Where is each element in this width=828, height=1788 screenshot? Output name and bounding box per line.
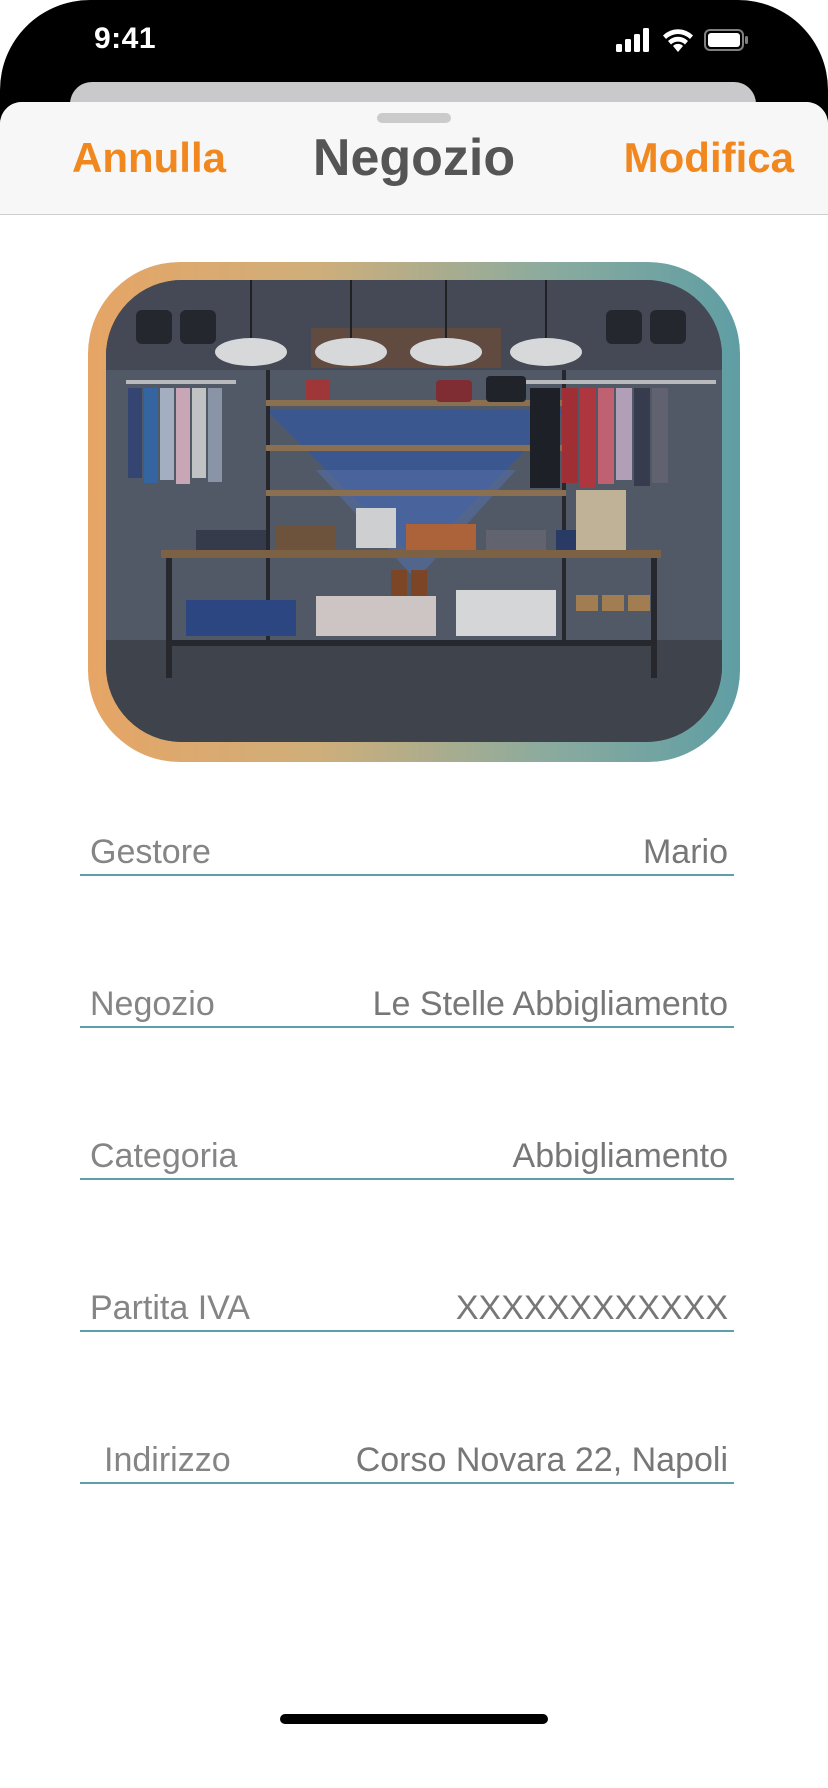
store-photo[interactable] <box>106 280 722 742</box>
field-row-partita-iva[interactable]: Partita IVA XXXXXXXXXXXX <box>80 1274 734 1332</box>
field-label: Partita IVA <box>90 1289 250 1327</box>
store-photo-frame <box>88 262 740 762</box>
store-sheet: Annulla Negozio Modifica Gestore Mario N… <box>0 102 828 1788</box>
field-label: Indirizzo <box>104 1441 231 1479</box>
field-value[interactable]: XXXXXXXXXXXX <box>456 1289 728 1328</box>
edit-button[interactable]: Modifica <box>624 134 794 182</box>
field-row-gestore[interactable]: Gestore Mario <box>80 818 734 876</box>
status-bar: 9:41 <box>0 0 828 84</box>
field-label: Negozio <box>90 985 215 1023</box>
field-value[interactable]: Abbigliamento <box>513 1137 728 1176</box>
field-value[interactable]: Le Stelle Abbigliamento <box>373 985 728 1024</box>
phone-screen: 9:41 Annulla Negozio Modifica Gestore Ma… <box>0 0 828 1788</box>
sheet-grabber[interactable] <box>377 113 451 123</box>
field-label: Gestore <box>90 833 211 871</box>
field-value[interactable]: Corso Novara 22, Napoli <box>356 1441 728 1480</box>
field-value[interactable]: Mario <box>643 833 728 872</box>
navigation-bar: Annulla Negozio Modifica <box>0 102 828 215</box>
battery-icon <box>704 28 750 57</box>
cancel-button[interactable]: Annulla <box>72 134 226 182</box>
field-label: Categoria <box>90 1137 238 1175</box>
field-row-negozio[interactable]: Negozio Le Stelle Abbigliamento <box>80 970 734 1028</box>
field-row-categoria[interactable]: Categoria Abbigliamento <box>80 1122 734 1180</box>
status-time: 9:41 <box>94 22 157 55</box>
home-indicator[interactable] <box>280 1714 548 1724</box>
field-row-indirizzo[interactable]: Indirizzo Corso Novara 22, Napoli <box>80 1426 734 1484</box>
wifi-icon <box>662 28 694 57</box>
status-icons <box>616 28 750 57</box>
store-interior-photo-icon <box>106 280 722 742</box>
cellular-signal-icon <box>616 28 652 57</box>
